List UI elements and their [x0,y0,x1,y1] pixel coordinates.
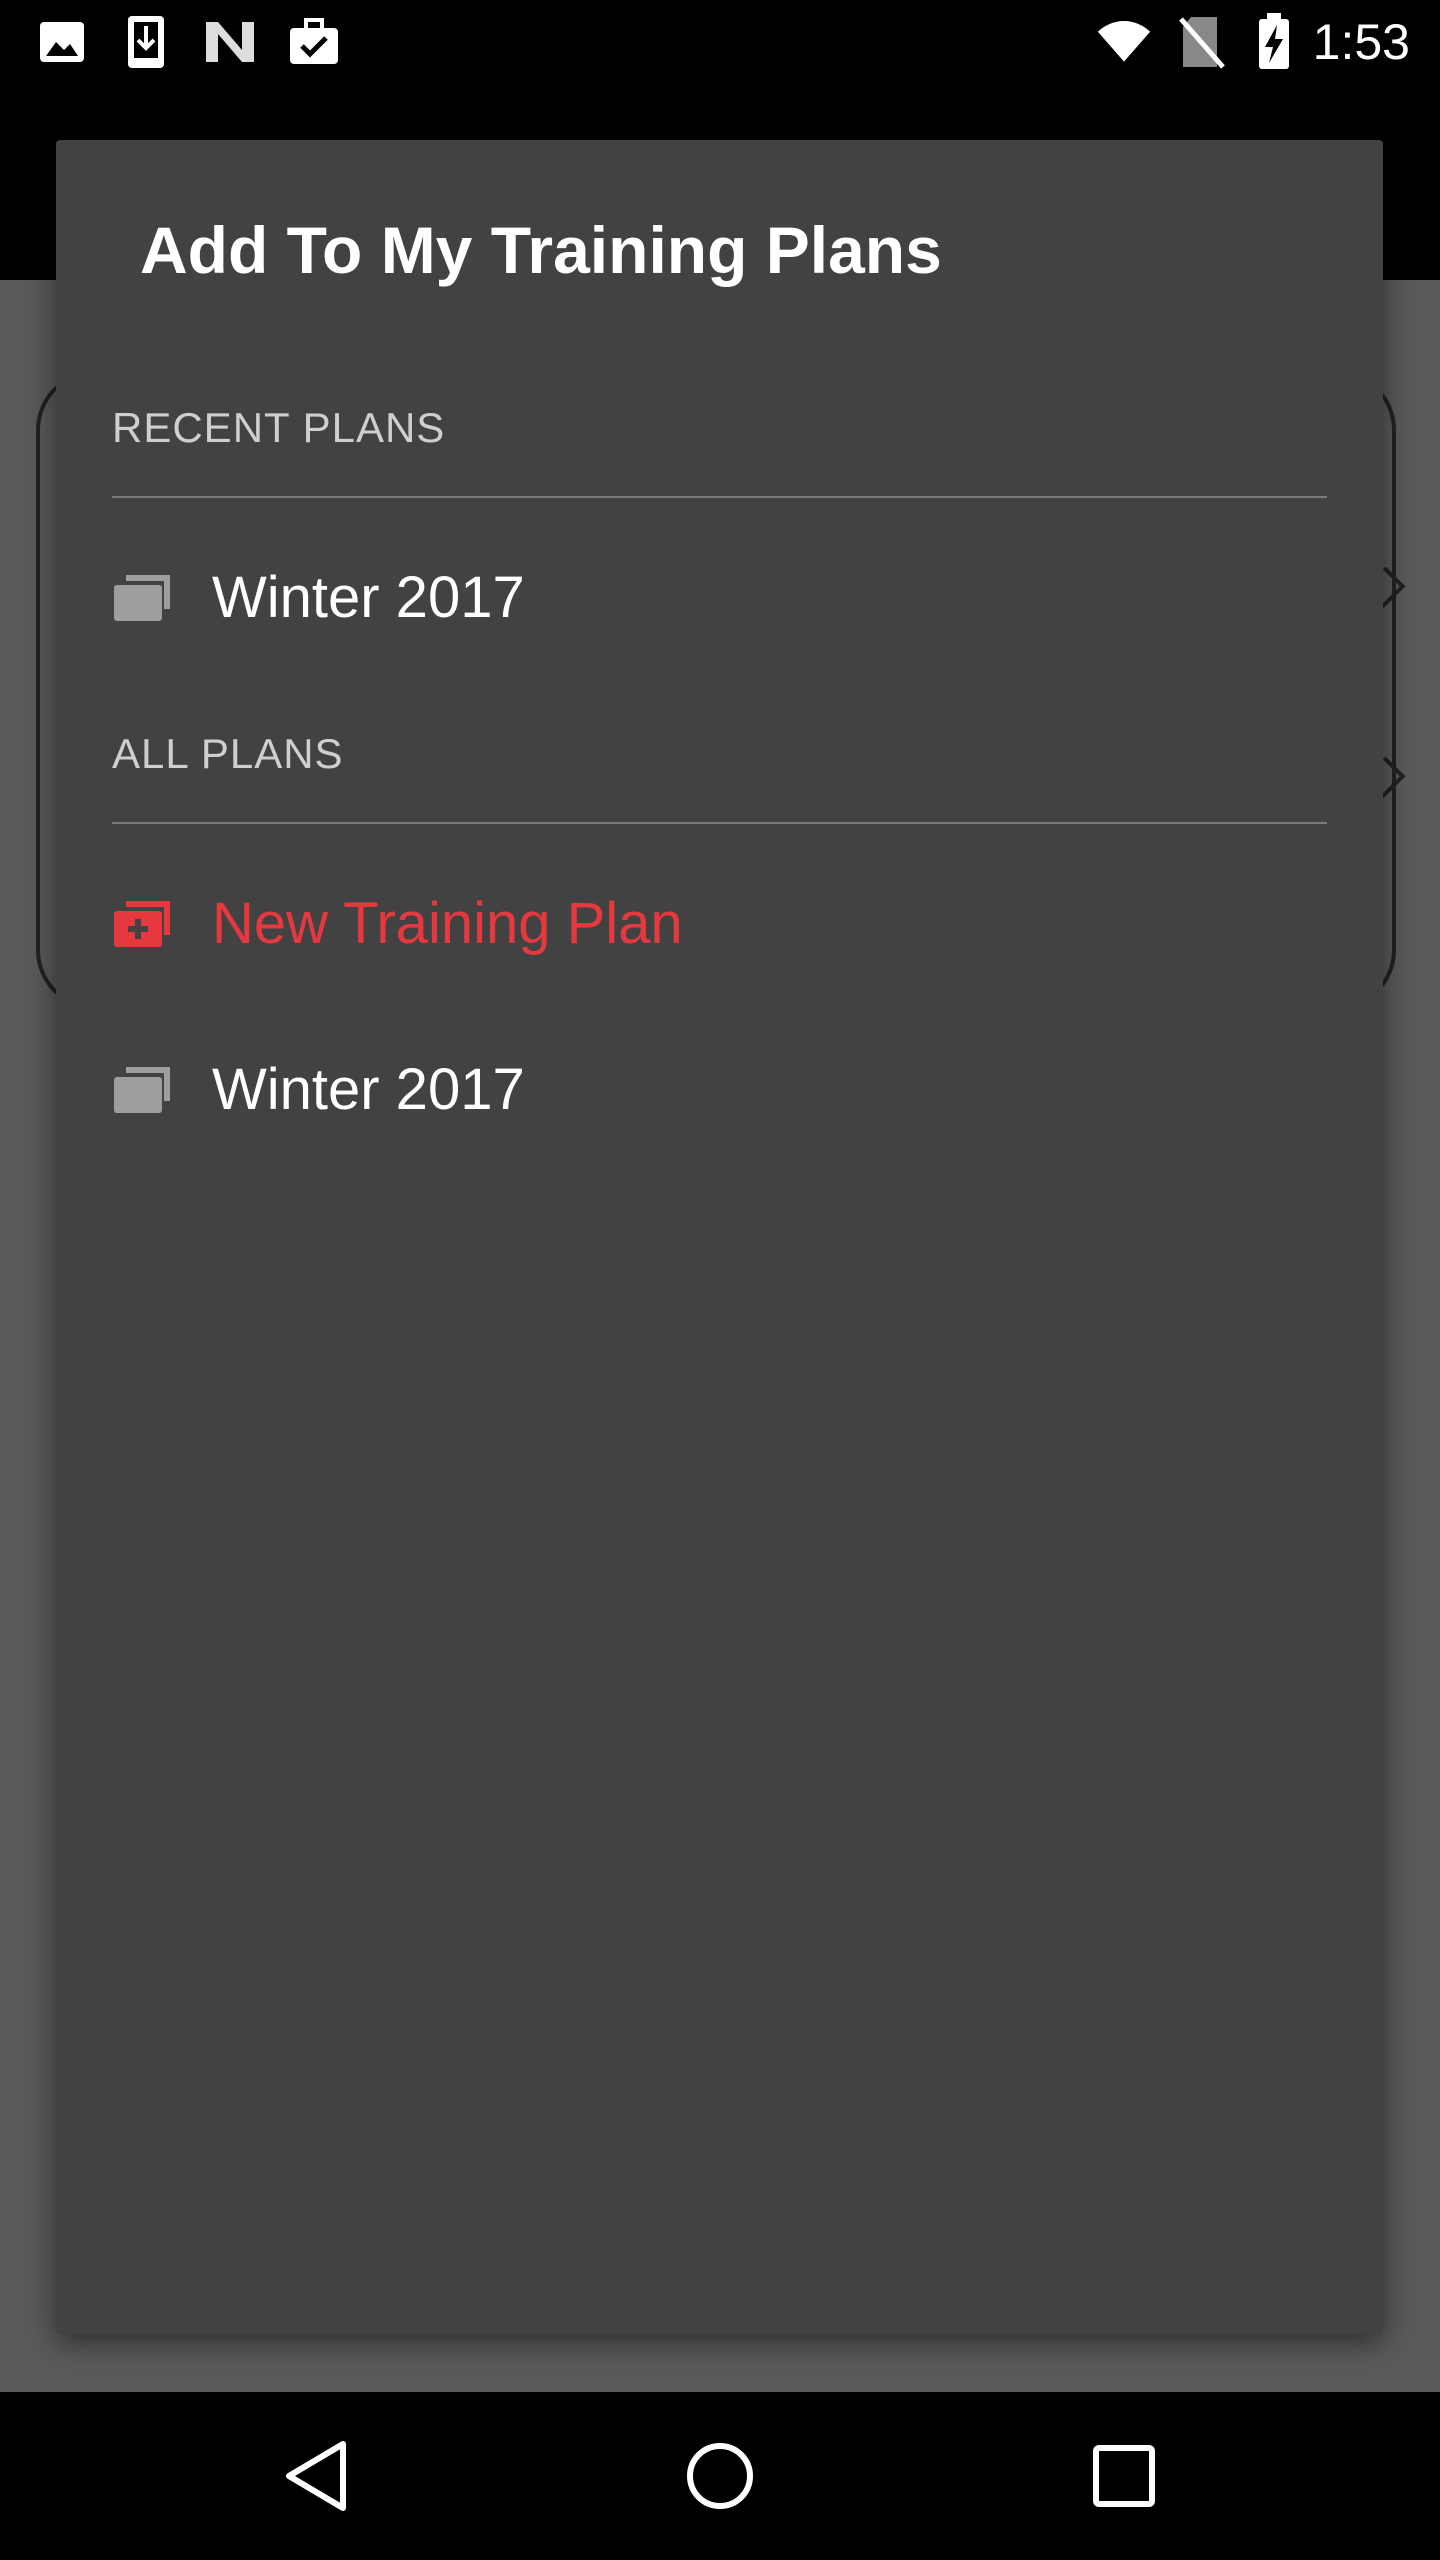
recent-plans-header: RECENT PLANS [112,404,446,451]
all-plans-header: ALL PLANS [112,730,344,777]
add-plan-icon [114,901,170,947]
new-training-plan-item[interactable]: New Training Plan [112,858,1327,988]
recent-plan-item[interactable]: Winter 2017 [112,532,1327,662]
recent-plan-label: Winter 2017 [212,564,525,630]
image-icon [34,14,90,70]
briefcase-check-icon [286,14,342,70]
dialog-title: Add To My Training Plans [140,213,942,287]
all-plan-label: Winter 2017 [212,1056,525,1122]
n-logo-icon [202,14,258,70]
all-plan-item[interactable]: Winter 2017 [112,1024,1327,1154]
no-sim-icon [1174,14,1230,70]
status-time: 1:53 [1312,14,1410,70]
navigation-bar [0,2392,1440,2560]
back-icon[interactable] [276,2436,356,2516]
screen: 1:53 Add To My Training Plans RECENT PLA… [0,0,1440,2560]
new-training-plan-label: New Training Plan [212,890,683,956]
recents-icon[interactable] [1084,2436,1164,2516]
download-icon [118,14,174,70]
training-plans-dialog: Add To My Training Plans RECENT PLANS Wi… [56,140,1383,2334]
home-icon[interactable] [680,2436,760,2516]
wifi-icon [1096,14,1152,70]
stacked-folders-icon [114,575,170,621]
status-bar: 1:53 [0,0,1440,84]
battery-charging-icon [1246,13,1302,70]
stacked-folders-icon [114,1067,170,1113]
divider [112,822,1327,824]
divider [112,496,1327,498]
